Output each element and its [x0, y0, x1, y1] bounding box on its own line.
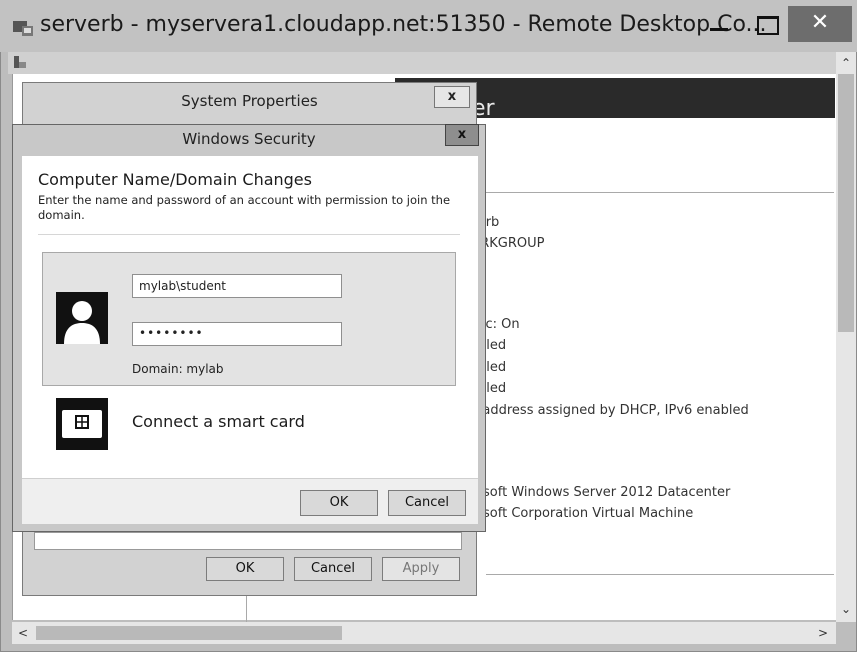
close-icon: ✕: [810, 10, 830, 35]
system-properties-ok-button[interactable]: OK: [206, 557, 284, 581]
minimize-icon: [710, 28, 728, 31]
dialog-instructions: Enter the name and password of an accoun…: [38, 193, 451, 222]
close-icon: x: [457, 127, 467, 142]
scroll-down-icon[interactable]: ⌄: [836, 600, 856, 618]
windows-security-close-button[interactable]: x: [445, 124, 479, 146]
scroll-up-icon[interactable]: ⌃: [836, 54, 856, 72]
scroll-right-icon[interactable]: >: [814, 624, 832, 642]
ok-button[interactable]: OK: [300, 490, 378, 516]
pin-icon[interactable]: [12, 54, 28, 70]
system-properties-title: System Properties: [181, 92, 318, 110]
minimize-button[interactable]: [700, 6, 742, 42]
connection-bar: [8, 52, 836, 74]
scroll-left-icon[interactable]: <: [14, 624, 32, 642]
domain-label: Domain: mylab: [132, 362, 224, 376]
close-icon: x: [447, 89, 457, 104]
dialog-heading: Computer Name/Domain Changes: [38, 170, 312, 189]
divider: [38, 234, 460, 235]
system-properties-apply-button[interactable]: Apply: [382, 557, 460, 581]
hardware-value: rosoft Corporation Virtual Machine: [470, 506, 694, 521]
ethernet-value: 4 address assigned by DHCP, IPv6 enabled: [470, 403, 749, 418]
maximize-icon: [757, 16, 779, 35]
divider: [246, 596, 247, 622]
maximize-button[interactable]: [746, 6, 788, 42]
smart-card-icon[interactable]: [56, 398, 108, 450]
password-field[interactable]: ••••••••: [132, 322, 342, 346]
username-field[interactable]: mylab\student: [132, 274, 342, 298]
rdp-app-icon: [13, 21, 33, 36]
horizontal-scroll-thumb[interactable]: [36, 626, 342, 640]
window-title: serverb - myservera1.cloudapp.net:51350 …: [40, 12, 767, 37]
windows-security-title: Windows Security: [182, 130, 316, 148]
os-value: rosoft Windows Server 2012 Datacenter: [470, 485, 731, 500]
title-bar: serverb - myservera1.cloudapp.net:51350 …: [0, 0, 857, 52]
close-button[interactable]: ✕: [788, 6, 852, 42]
cancel-button[interactable]: Cancel: [388, 490, 466, 516]
divider: [486, 574, 834, 575]
divider: [486, 192, 834, 193]
system-properties-close-button[interactable]: x: [434, 86, 470, 108]
system-properties-field: [34, 532, 462, 550]
smart-card-option[interactable]: Connect a smart card: [132, 412, 305, 431]
vertical-scroll-thumb[interactable]: [838, 74, 854, 332]
user-avatar-icon: [56, 292, 108, 344]
system-properties-cancel-button[interactable]: Cancel: [294, 557, 372, 581]
